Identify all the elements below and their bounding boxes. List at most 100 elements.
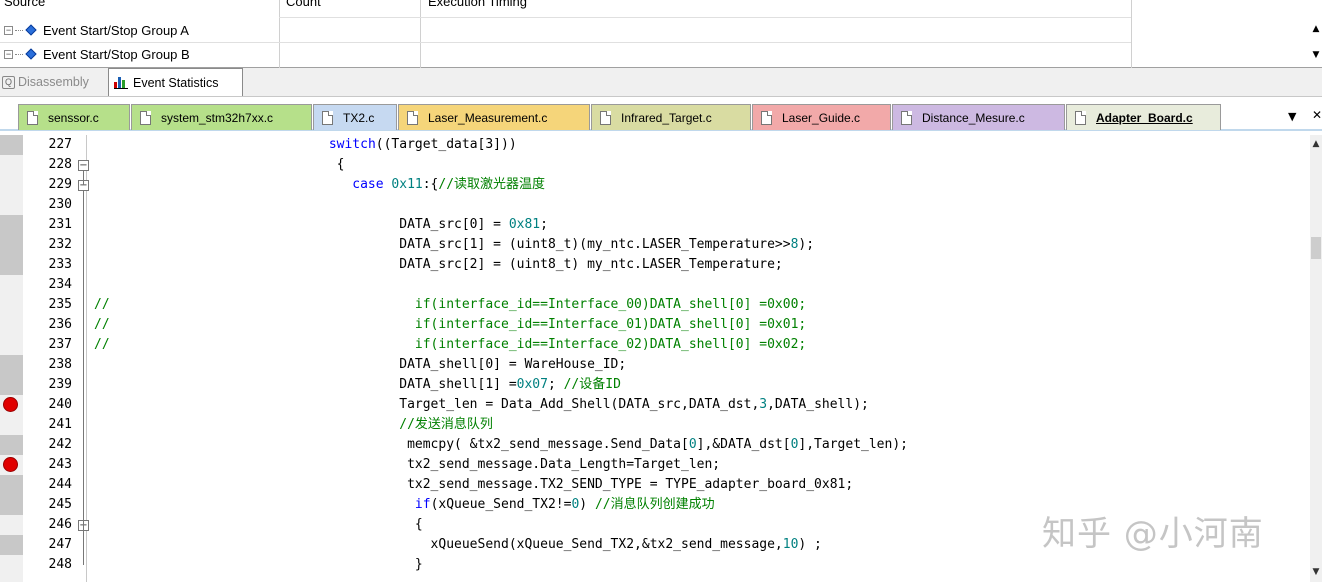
fold-guide (83, 171, 84, 185)
tab-event-statistics[interactable]: Event Statistics (108, 68, 243, 96)
code-line[interactable]: if(xQueue_Send_TX2!=0) //消息队列创建成功 (94, 495, 715, 515)
code-token: // if(interface_id==Interface_01)DATA_sh… (94, 317, 807, 332)
line-number: 229 (48, 177, 72, 192)
tab-label: system_stm32h7xx.c (161, 110, 274, 125)
tab-file[interactable]: Laser_Measurement.c (398, 104, 590, 130)
code-line[interactable]: DATA_shell[1] =0x07; //设备ID (94, 375, 621, 395)
tree-row-group-b[interactable]: − Event Start/Stop Group B (4, 43, 190, 65)
breakpoint-icon[interactable] (3, 397, 18, 412)
code-line[interactable]: { (94, 515, 423, 535)
code-token: switch (328, 137, 376, 152)
code-token: { (94, 517, 423, 532)
code-token: DATA_src[2] = (uint8_t) my_ntc.LASER_Tem… (94, 257, 783, 272)
line-number: 242 (48, 437, 72, 452)
code-line[interactable]: // if(interface_id==Interface_02)DATA_sh… (94, 335, 806, 355)
execution-marker (0, 355, 23, 375)
column-header-count[interactable]: Count (286, 0, 321, 12)
execution-marker (0, 435, 23, 455)
tab-label: Laser_Measurement.c (428, 110, 548, 125)
document-icon (27, 110, 38, 125)
code-token: ],Target_len); (798, 437, 908, 452)
code-line[interactable]: } (94, 555, 423, 575)
line-number: 235 (48, 297, 72, 312)
close-icon[interactable]: ✕ (1312, 108, 1322, 122)
code-token: } (94, 557, 423, 572)
scroll-down-arrow-icon[interactable]: ▼ (1310, 567, 1322, 577)
tab-list-dropdown-icon[interactable]: ▼ (1288, 110, 1296, 123)
scroll-up-arrow-icon[interactable]: ▲ (1310, 22, 1322, 36)
line-number: 238 (48, 357, 72, 372)
column-header-source[interactable]: Source (4, 0, 45, 12)
column-divider (279, 0, 280, 68)
tab-file[interactable]: system_stm32h7xx.c (131, 104, 312, 130)
line-number: 247 (48, 537, 72, 552)
code-line[interactable]: // if(interface_id==Interface_00)DATA_sh… (94, 295, 806, 315)
code-line[interactable]: DATA_src[2] = (uint8_t) my_ntc.LASER_Tem… (94, 255, 783, 275)
tab-file[interactable]: Distance_Mesure.c (892, 104, 1065, 130)
fold-guide (83, 191, 84, 545)
code-line[interactable]: //发送消息队列 (94, 415, 493, 435)
line-number: 248 (48, 557, 72, 572)
document-icon (761, 110, 772, 125)
document-icon (600, 110, 611, 125)
code-token: 0x07 (516, 377, 548, 392)
document-icon (1075, 110, 1086, 125)
document-icon (901, 110, 912, 125)
document-icon (322, 110, 333, 125)
code-line[interactable]: { (94, 155, 345, 175)
diamond-icon (25, 48, 37, 60)
scrollbar-thumb[interactable] (1311, 237, 1321, 259)
breakpoint-icon[interactable] (3, 457, 18, 472)
tree-row-group-a[interactable]: − Event Start/Stop Group A (4, 19, 189, 41)
code-line[interactable]: tx2_send_message.TX2_SEND_TYPE = TYPE_ad… (94, 475, 853, 495)
code-line[interactable]: DATA_src[0] = 0x81; (94, 215, 548, 235)
execution-marker (0, 135, 23, 155)
code-token: 0x81 (508, 217, 541, 232)
code-line[interactable]: switch((Target_data[3])) (94, 135, 517, 155)
tab-label: TX2.c (343, 110, 375, 125)
line-number: 236 (48, 317, 72, 332)
code-token: //读取激光器温度 (438, 177, 546, 192)
ide-window: Source Count Execution Timing − Event St… (0, 0, 1322, 582)
scroll-down-arrow-icon[interactable]: ▼ (1310, 48, 1322, 62)
code-line[interactable]: case 0x11:{//读取激光器温度 (94, 175, 545, 195)
code-token: 0x11 (391, 177, 423, 192)
tab-disassembly[interactable]: Q Disassembly (0, 68, 107, 96)
code-line[interactable]: memcpy( &tx2_send_message.Send_Data[0],&… (94, 435, 908, 455)
code-token: //设备ID (563, 377, 621, 392)
watermark: 知乎 @小河南 (1042, 514, 1264, 554)
line-number: 233 (48, 257, 72, 272)
code-line[interactable]: xQueueSend(xQueue_Send_TX2,&tx2_send_mes… (94, 535, 822, 555)
tab-file[interactable]: senssor.c (18, 104, 130, 130)
line-number: 237 (48, 337, 72, 352)
tab-label: senssor.c (48, 110, 99, 125)
code-token: // if(interface_id==Interface_00)DATA_sh… (94, 297, 807, 312)
code-line[interactable]: // if(interface_id==Interface_01)DATA_sh… (94, 315, 806, 335)
column-header-execution-timing[interactable]: Execution Timing (428, 0, 527, 12)
code-line[interactable]: tx2_send_message.Data_Length=Target_len; (94, 455, 720, 475)
code-token: 10 (782, 537, 799, 552)
line-number: 243 (48, 457, 72, 472)
execution-marker (0, 215, 23, 235)
code-line[interactable]: Target_len = Data_Add_Shell(DATA_src,DAT… (94, 395, 869, 415)
code-line[interactable]: DATA_src[1] = (uint8_t)(my_ntc.LASER_Tem… (94, 235, 814, 255)
tab-file[interactable]: Infrared_Target.c (591, 104, 751, 130)
collapse-icon[interactable]: − (4, 25, 13, 35)
scroll-up-arrow-icon[interactable]: ▲ (1310, 139, 1322, 149)
tab-label: Event Statistics (133, 75, 219, 90)
tree-line (15, 29, 23, 31)
code-line[interactable]: DATA_shell[0] = WareHouse_ID; (94, 355, 626, 375)
tab-file[interactable]: Laser_Guide.c (752, 104, 891, 130)
collapse-icon[interactable]: − (4, 49, 13, 59)
line-number: 245 (48, 497, 72, 512)
fold-toggle-icon[interactable]: − (78, 160, 89, 171)
line-number: 240 (48, 397, 72, 412)
disassembly-icon: Q (2, 75, 15, 89)
execution-marker (0, 495, 23, 515)
vertical-scrollbar[interactable] (1310, 135, 1322, 582)
tab-file[interactable]: TX2.c (313, 104, 397, 130)
tab-file[interactable]: Adapter_Board.c (1066, 104, 1221, 130)
code-token: DATA_src[0] = (94, 217, 509, 232)
